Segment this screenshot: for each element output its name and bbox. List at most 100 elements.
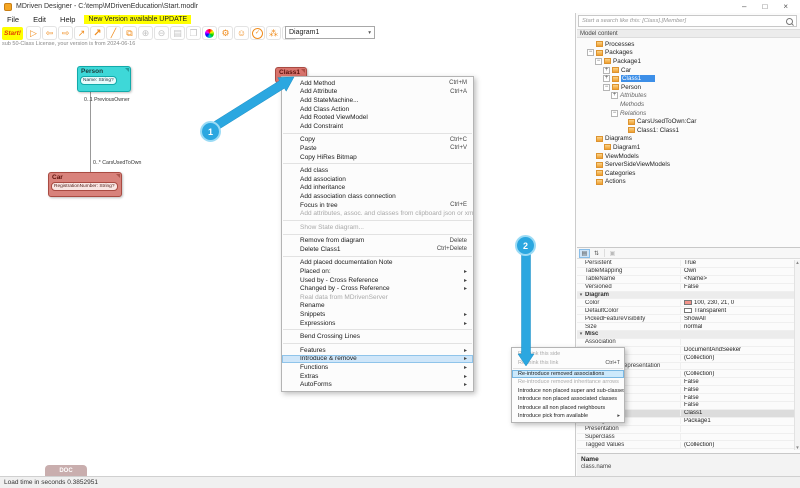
submenu-introduce-associated[interactable]: Introduce non placed associated classes xyxy=(512,395,624,403)
menu-snippets[interactable]: Snippets ▸ xyxy=(282,310,473,319)
pointer-arrow-button[interactable]: ↗ xyxy=(74,26,89,40)
maximize-button[interactable]: □ xyxy=(762,2,767,12)
tree-node-attributes[interactable]: + Attributes xyxy=(577,92,800,101)
tree-expander-icon[interactable]: + xyxy=(603,67,610,74)
menu-show-state-diagram[interactable]: Show State diagram... xyxy=(282,223,473,232)
menu-separator[interactable] xyxy=(283,329,472,330)
prop-category-diagram[interactable]: ▾ Diagram xyxy=(577,292,794,300)
class-attribute[interactable]: Name: String? xyxy=(80,76,117,85)
scroll-down-icon[interactable]: ▼ xyxy=(795,445,799,450)
menu-copy-hires-bitmap[interactable]: Copy HiRes Bitmap xyxy=(282,153,473,162)
menu-rename[interactable]: Rename xyxy=(282,302,473,311)
class-box-car[interactable]: Car RegistrationNumber: String? xyxy=(48,172,122,197)
menu-add-attribute[interactable]: Add Attribute Ctrl+A xyxy=(282,88,473,97)
tree-expander-icon[interactable]: − xyxy=(587,49,594,56)
menubar-help[interactable]: Help xyxy=(53,15,82,24)
menu-separator[interactable] xyxy=(283,234,472,235)
prop-tablemapping[interactable]: TableMapping Own xyxy=(577,268,794,276)
menubar-edit[interactable]: Edit xyxy=(26,15,53,24)
prop-versioned[interactable]: Versioned False xyxy=(577,284,794,292)
tree-node-car[interactable]: + Car xyxy=(577,66,800,75)
menu-extras[interactable]: Extras ▸ xyxy=(282,372,473,381)
menu-add-from-clipboard[interactable]: Add attributes, assoc. and classes from … xyxy=(282,209,473,218)
tree-expander-icon[interactable]: + xyxy=(611,92,618,99)
search-input[interactable] xyxy=(582,18,786,24)
prop-size[interactable]: Size normal xyxy=(577,323,794,331)
submenu-reintroduce-inheritance[interactable]: Re-introduce removed inheritance arrows xyxy=(512,378,624,386)
menu-add-rooted-viewmodel[interactable]: Add Rooted ViewModel xyxy=(282,113,473,122)
menu-add-class[interactable]: Add class xyxy=(282,166,473,175)
auto-layout-button[interactable]: ⁂ xyxy=(266,26,281,40)
submenu-reintroduce-associations[interactable]: Re-introduce removed associations xyxy=(512,370,624,378)
submenu-introduce-super-sub[interactable]: Introduce non placed super and sub-class… xyxy=(512,387,624,395)
tree-node-actions[interactable]: Actions xyxy=(577,178,800,187)
menu-add-constraint[interactable]: Add Constraint xyxy=(282,122,473,131)
tree-node-serversideviewmodels[interactable]: ServerSideViewModels xyxy=(577,160,800,169)
zoom-out-button[interactable]: ⊖ xyxy=(154,26,169,40)
menu-add-association[interactable]: Add association xyxy=(282,175,473,184)
menu-separator[interactable] xyxy=(283,133,472,134)
menu-separator[interactable] xyxy=(513,368,623,369)
prop-pickedfeaturevisibility[interactable]: PickedFeatureVisibility ShowAll xyxy=(577,315,794,323)
menu-add-statemachine[interactable]: Add StateMachine... xyxy=(282,96,473,105)
play-button[interactable]: ▷ xyxy=(26,26,41,40)
nav-back-button[interactable]: ⇦ xyxy=(42,26,57,40)
menubar-file[interactable]: File xyxy=(0,15,26,24)
menu-add-doc-note[interactable]: Add placed documentation Note xyxy=(282,259,473,268)
color-wheel-button[interactable] xyxy=(202,26,217,40)
submenu-introduce-neighbours[interactable]: Introduce all non placed neighbours xyxy=(512,403,624,411)
property-grid-scrollbar[interactable]: ▲ ▼ xyxy=(794,260,800,450)
menu-separator[interactable] xyxy=(283,220,472,221)
tree-node-methods[interactable]: Methods xyxy=(577,100,800,109)
menu-separator[interactable] xyxy=(283,256,472,257)
tree-expander-icon[interactable]: − xyxy=(603,84,610,91)
prop-color[interactable]: Color 100, 230, 21, 0 xyxy=(577,299,794,307)
close-button[interactable]: × xyxy=(783,2,788,12)
settings-gears-button[interactable]: ⚙ xyxy=(218,26,233,40)
menu-add-class-action[interactable]: Add Class Action xyxy=(282,105,473,114)
property-pages-button[interactable]: ▣ xyxy=(607,249,618,258)
menu-functions[interactable]: Functions ▸ xyxy=(282,363,473,372)
prop-taggedvalues[interactable]: Tagged Values (Collection) xyxy=(577,441,794,449)
zoom-in-button[interactable]: ⊕ xyxy=(138,26,153,40)
prop-superclass[interactable]: Superclass xyxy=(577,434,794,442)
tree-node-packages[interactable]: − Packages xyxy=(577,49,800,58)
tree-node-package1[interactable]: − Package1 xyxy=(577,57,800,66)
presentation-mode-button[interactable]: ⧉ xyxy=(122,26,137,40)
tree-node-class1-class1[interactable]: Class1: Class1 xyxy=(577,126,800,135)
start-button[interactable]: Start! xyxy=(2,27,23,40)
class-box-person[interactable]: Person Name: String? xyxy=(77,66,131,92)
submenu-rethink-side[interactable]: Re-think this side xyxy=(512,350,624,358)
nav-forward-button[interactable]: ⇨ xyxy=(58,26,73,40)
tree-node-viewmodels[interactable]: ViewModels xyxy=(577,152,800,161)
menu-bend-crossing-lines[interactable]: Bend Crossing Lines xyxy=(282,332,473,341)
categorized-view-button[interactable]: ▤ xyxy=(579,249,590,258)
tree-node-carsusedtoown-car[interactable]: CarsUsedToOwn:Car xyxy=(577,117,800,126)
class-attribute[interactable]: RegistrationNumber: String? xyxy=(51,182,118,191)
copy-bitmap-button[interactable]: ❐ xyxy=(186,26,201,40)
diagram-selector[interactable]: Diagram1 ▾ xyxy=(285,26,375,39)
tree-node-processes[interactable]: Processes xyxy=(577,40,800,49)
menu-add-association-class-connection[interactable]: Add association class connection xyxy=(282,192,473,201)
scroll-up-icon[interactable]: ▲ xyxy=(795,260,799,265)
prop-tablename[interactable]: TableName <Name> xyxy=(577,276,794,284)
prop-presentation[interactable]: Presentation xyxy=(577,426,794,434)
line-tool-button[interactable]: ╱ xyxy=(106,26,121,40)
menu-paste[interactable]: Paste Ctrl+V xyxy=(282,144,473,153)
minimize-button[interactable]: – xyxy=(742,2,746,12)
prop-defaultcolor[interactable]: DefaultColor Transparent xyxy=(577,307,794,315)
alphabetical-view-button[interactable]: ⇅ xyxy=(591,249,602,258)
submenu-rethink-link[interactable]: Re-think this link Ctrl+T xyxy=(512,358,624,366)
submenu-introduce-pick[interactable]: Introduce pick from available ▸ xyxy=(512,412,624,420)
prop-persistent[interactable]: Persistent True xyxy=(577,260,794,268)
tree-node-class1[interactable]: + Class1 xyxy=(577,74,800,83)
menu-introduce-remove[interactable]: Introduce & remove ▸ xyxy=(282,355,473,364)
toolbar-separator[interactable] xyxy=(604,249,605,257)
tree-node-diagrams[interactable]: Diagrams xyxy=(577,135,800,144)
tree-node-diagram1[interactable]: Diagram1 xyxy=(577,143,800,152)
menu-remove-from-diagram[interactable]: Remove from diagram Delete xyxy=(282,237,473,246)
menu-add-inheritance[interactable]: Add inheritance xyxy=(282,184,473,193)
validate-button[interactable]: ✓ xyxy=(250,26,265,40)
menu-copy[interactable]: Copy Ctrl+C xyxy=(282,136,473,145)
tree-expander-icon[interactable]: − xyxy=(611,110,618,117)
